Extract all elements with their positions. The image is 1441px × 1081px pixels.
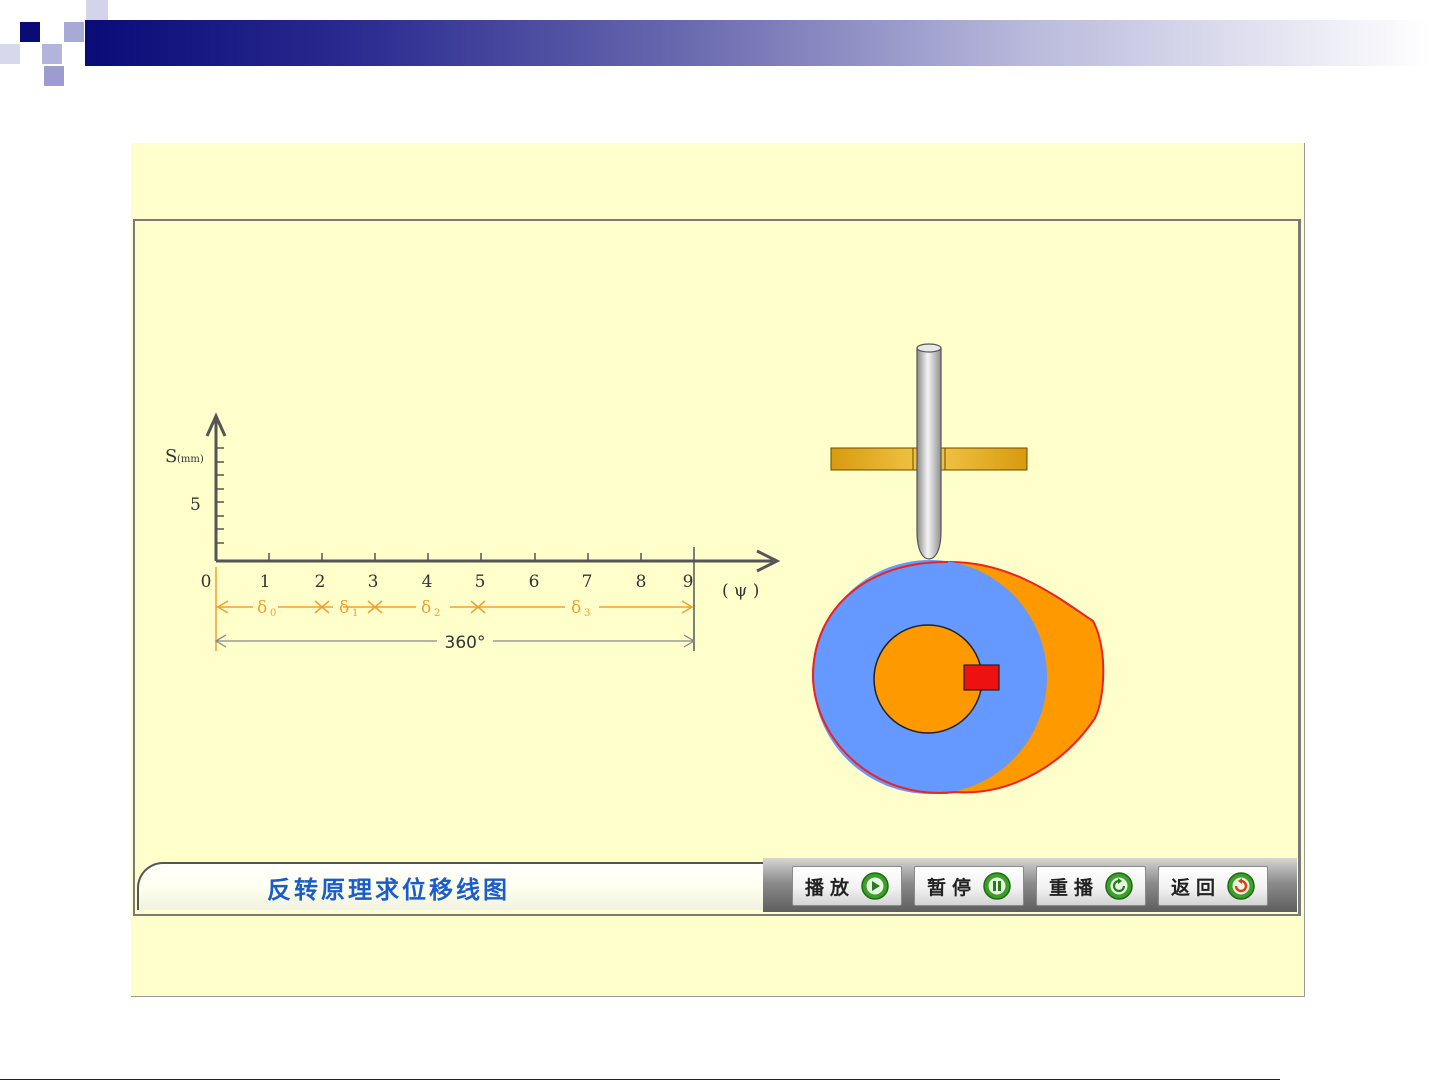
return-button[interactable]: 返回 bbox=[1158, 866, 1268, 906]
deco-square-lilac bbox=[42, 44, 62, 64]
pause-icon bbox=[983, 872, 1011, 900]
deco-square-navy bbox=[20, 22, 40, 42]
phase-subscript: 3 bbox=[584, 608, 590, 619]
play-button[interactable]: 播放 bbox=[792, 866, 902, 906]
y-tick-label: 5 bbox=[190, 495, 201, 515]
phase-separator bbox=[365, 600, 385, 614]
pause-button-label: 暂停 bbox=[926, 876, 977, 899]
x-tick-label: 7 bbox=[582, 572, 593, 592]
phase-labels: δ 0 δ 1 δ 2 δ 3 bbox=[257, 598, 590, 619]
x-tick-labels: 0 1 2 3 4 5 6 7 8 9 bbox=[201, 572, 694, 592]
play-button-label: 播放 bbox=[804, 876, 855, 899]
return-icon bbox=[1227, 872, 1255, 900]
full-cycle-label: 360° bbox=[445, 633, 486, 653]
replay-button[interactable]: 重播 bbox=[1036, 866, 1146, 906]
phase-label-delta3: δ bbox=[571, 598, 581, 618]
title-panel: 反转原理求位移线图 bbox=[137, 862, 763, 910]
phase-label-delta0: δ bbox=[257, 598, 267, 618]
phase-label-delta2: δ bbox=[421, 598, 431, 618]
replay-button-label: 重播 bbox=[1048, 876, 1099, 899]
phase-subscript: 0 bbox=[270, 608, 276, 619]
deco-square-periwinkle bbox=[44, 66, 64, 86]
follower-rod bbox=[916, 347, 942, 560]
deco-square-pale bbox=[0, 44, 20, 64]
replay-icon bbox=[1105, 872, 1133, 900]
animation-title: 反转原理求位移线图 bbox=[267, 875, 510, 904]
stage-drawing: S (mm) 5 0 1 2 3 4 5 6 7 8 9 ( ψ ) δ 0 δ… bbox=[165, 343, 1105, 794]
x-tick-label: 8 bbox=[636, 572, 647, 592]
x-tick-label: 4 bbox=[422, 572, 433, 592]
deco-square-lilac bbox=[64, 22, 84, 42]
pause-button[interactable]: 暂停 bbox=[914, 866, 1024, 906]
phase-subscript: 2 bbox=[434, 608, 440, 619]
return-button-label: 返回 bbox=[1170, 876, 1221, 899]
x-tick-label: 3 bbox=[368, 572, 379, 592]
x-tick-label: 5 bbox=[475, 572, 486, 592]
x-tick-label: 2 bbox=[315, 572, 326, 592]
phase-label-delta1: δ bbox=[339, 598, 349, 618]
x-axis-label: ( ψ ) bbox=[722, 581, 759, 601]
header-gradient-band bbox=[85, 20, 1430, 66]
y-axis-label: S bbox=[165, 446, 177, 467]
cam-mechanism bbox=[811, 343, 1105, 794]
play-icon bbox=[861, 872, 889, 900]
cam-keyway bbox=[963, 664, 1000, 691]
deco-square-pale bbox=[86, 0, 108, 20]
y-axis-unit: (mm) bbox=[177, 454, 204, 465]
x-tick-label: 6 bbox=[529, 572, 540, 592]
x-tick-label: 1 bbox=[260, 572, 271, 592]
x-tick-label: 9 bbox=[683, 572, 694, 592]
control-button-strip: 播放 暂停 重播 返回 bbox=[763, 858, 1297, 912]
phase-subscript: 1 bbox=[352, 608, 358, 619]
phase-separator bbox=[311, 600, 333, 614]
displacement-graph: S (mm) 5 0 1 2 3 4 5 6 7 8 9 ( ψ ) δ 0 δ… bbox=[165, 412, 781, 653]
animation-stage: S (mm) 5 0 1 2 3 4 5 6 7 8 9 ( ψ ) δ 0 δ… bbox=[133, 219, 1301, 916]
follower-rod-top bbox=[916, 343, 942, 353]
x-tick-label: 0 bbox=[201, 572, 212, 592]
slide-bottom-rule bbox=[0, 1079, 1280, 1080]
